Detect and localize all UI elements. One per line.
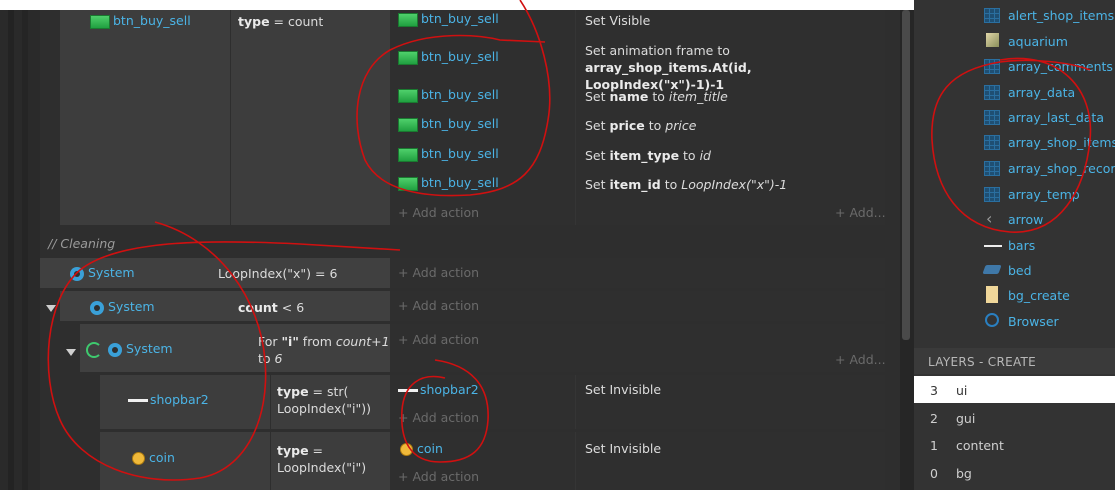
project-item[interactable]: alert_shop_items (914, 4, 1115, 28)
action-text[interactable]: Set name to item_title (585, 89, 728, 104)
layer-row-gui[interactable]: 2 gui (914, 404, 1115, 431)
gear-icon (108, 342, 122, 357)
condition-expression[interactable]: type = count (238, 14, 323, 29)
project-item[interactable]: array_comments (914, 55, 1115, 79)
gear-icon (90, 300, 104, 315)
sprite-icon (90, 14, 110, 29)
triangle-down-icon (46, 305, 56, 312)
gear-icon (70, 266, 84, 281)
grid-icon (984, 85, 1000, 100)
rect-icon (986, 286, 998, 303)
action-object[interactable]: shopbar2 (398, 382, 479, 397)
bar-icon (984, 245, 1002, 247)
add-action-short[interactable]: + Add... (835, 205, 886, 220)
action-text[interactable]: Set item_id to LoopIndex("x")-1 (585, 177, 787, 192)
layers-panel-title: LAYERS - CREATE (914, 348, 1115, 374)
grid-icon (984, 8, 1000, 23)
comment[interactable]: // Cleaning (48, 236, 115, 251)
box-icon (986, 33, 999, 47)
project-item[interactable]: array_shop_record (914, 157, 1115, 181)
add-action-link[interactable]: + Add action (398, 332, 479, 347)
action-text[interactable]: Set animation frame to array_shop_items.… (585, 42, 885, 93)
condition-expression[interactable]: LoopIndex("x") = 6 (218, 266, 337, 281)
coin-icon (132, 452, 145, 465)
layer-row-ui[interactable]: 3 ui (914, 376, 1115, 403)
project-item[interactable]: bars (914, 234, 1115, 258)
project-item[interactable]: array_shop_items (914, 131, 1115, 155)
add-action-link[interactable]: + Add action (398, 469, 479, 484)
condition-object[interactable]: btn_buy_sell (90, 13, 191, 29)
action-text[interactable]: Set item_type to id (585, 148, 711, 163)
action-text[interactable]: Set price to price (585, 118, 696, 133)
action-text[interactable]: Set Visible (585, 13, 650, 28)
condition-expression[interactable]: For "i" from count+1 to 6 (258, 333, 390, 367)
sprite-icon (398, 117, 418, 132)
project-item[interactable]: bg_create (914, 284, 1115, 308)
layer-row-bg[interactable]: 0 bg (914, 459, 1115, 486)
project-item[interactable]: array_data (914, 81, 1115, 105)
action-object[interactable]: btn_buy_sell (398, 11, 499, 27)
add-action-link[interactable]: + Add action (398, 298, 479, 313)
project-item[interactable]: Browser (914, 310, 1115, 334)
condition-object[interactable]: coin (132, 450, 175, 465)
grid-icon (984, 110, 1000, 125)
add-action-link[interactable]: + Add action (398, 265, 479, 280)
left-gutter (0, 10, 40, 490)
action-object[interactable]: btn_buy_sell (398, 116, 499, 132)
condition-expression[interactable]: count < 6 (238, 300, 304, 315)
sprite-icon (398, 176, 418, 191)
bed-icon (982, 265, 1002, 274)
add-action-short[interactable]: + Add... (835, 352, 886, 367)
grid-icon (984, 161, 1000, 176)
action-text[interactable]: Set Invisible (585, 441, 661, 456)
condition-object[interactable]: shopbar2 (128, 392, 209, 407)
triangle-down-icon (66, 349, 76, 356)
condition-expression[interactable]: type = str(LoopIndex("i")) (277, 383, 371, 417)
project-item[interactable]: array_last_data (914, 106, 1115, 130)
action-object[interactable]: btn_buy_sell (398, 146, 499, 162)
sprite-icon (398, 50, 418, 65)
action-object[interactable]: btn_buy_sell (398, 49, 499, 65)
condition-expression[interactable]: type = LoopIndex("i") (277, 442, 366, 476)
collapse-toggle[interactable] (46, 300, 56, 315)
layer-row-content[interactable]: 1 content (914, 431, 1115, 458)
loop-icon (86, 341, 102, 358)
add-action-link[interactable]: + Add action (398, 410, 479, 425)
scroll-thumb[interactable] (902, 10, 910, 340)
project-item[interactable]: array_temp (914, 183, 1115, 207)
collapse-toggle[interactable] (66, 344, 76, 359)
globe-icon (985, 313, 999, 327)
add-action-link[interactable]: + Add action (398, 205, 479, 220)
grid-icon (984, 59, 1000, 74)
project-item[interactable]: ‹ arrow (914, 208, 1115, 232)
bar-icon (128, 399, 148, 402)
coin-icon (400, 443, 413, 456)
condition-object[interactable]: System (70, 265, 135, 281)
event-condition-block[interactable] (60, 10, 390, 225)
action-object[interactable]: coin (400, 441, 443, 456)
project-item[interactable]: aquarium (914, 30, 1115, 54)
condition-object[interactable]: System (86, 341, 173, 358)
condition-object[interactable]: System (90, 299, 155, 315)
arrow-icon: ‹ (986, 209, 993, 228)
grid-icon (984, 187, 1000, 202)
action-object[interactable]: btn_buy_sell (398, 175, 499, 191)
event-sheet: btn_buy_sell type = count btn_buy_sell S… (40, 10, 900, 490)
action-object[interactable]: btn_buy_sell (398, 87, 499, 103)
project-item[interactable]: bed (914, 259, 1115, 283)
sprite-icon (398, 12, 418, 27)
action-text[interactable]: Set Invisible (585, 382, 661, 397)
sprite-icon (398, 147, 418, 162)
sprite-icon (398, 88, 418, 103)
project-list: alert_shop_items aquarium array_comments… (914, 0, 1115, 342)
bar-icon (398, 389, 418, 392)
grid-icon (984, 135, 1000, 150)
